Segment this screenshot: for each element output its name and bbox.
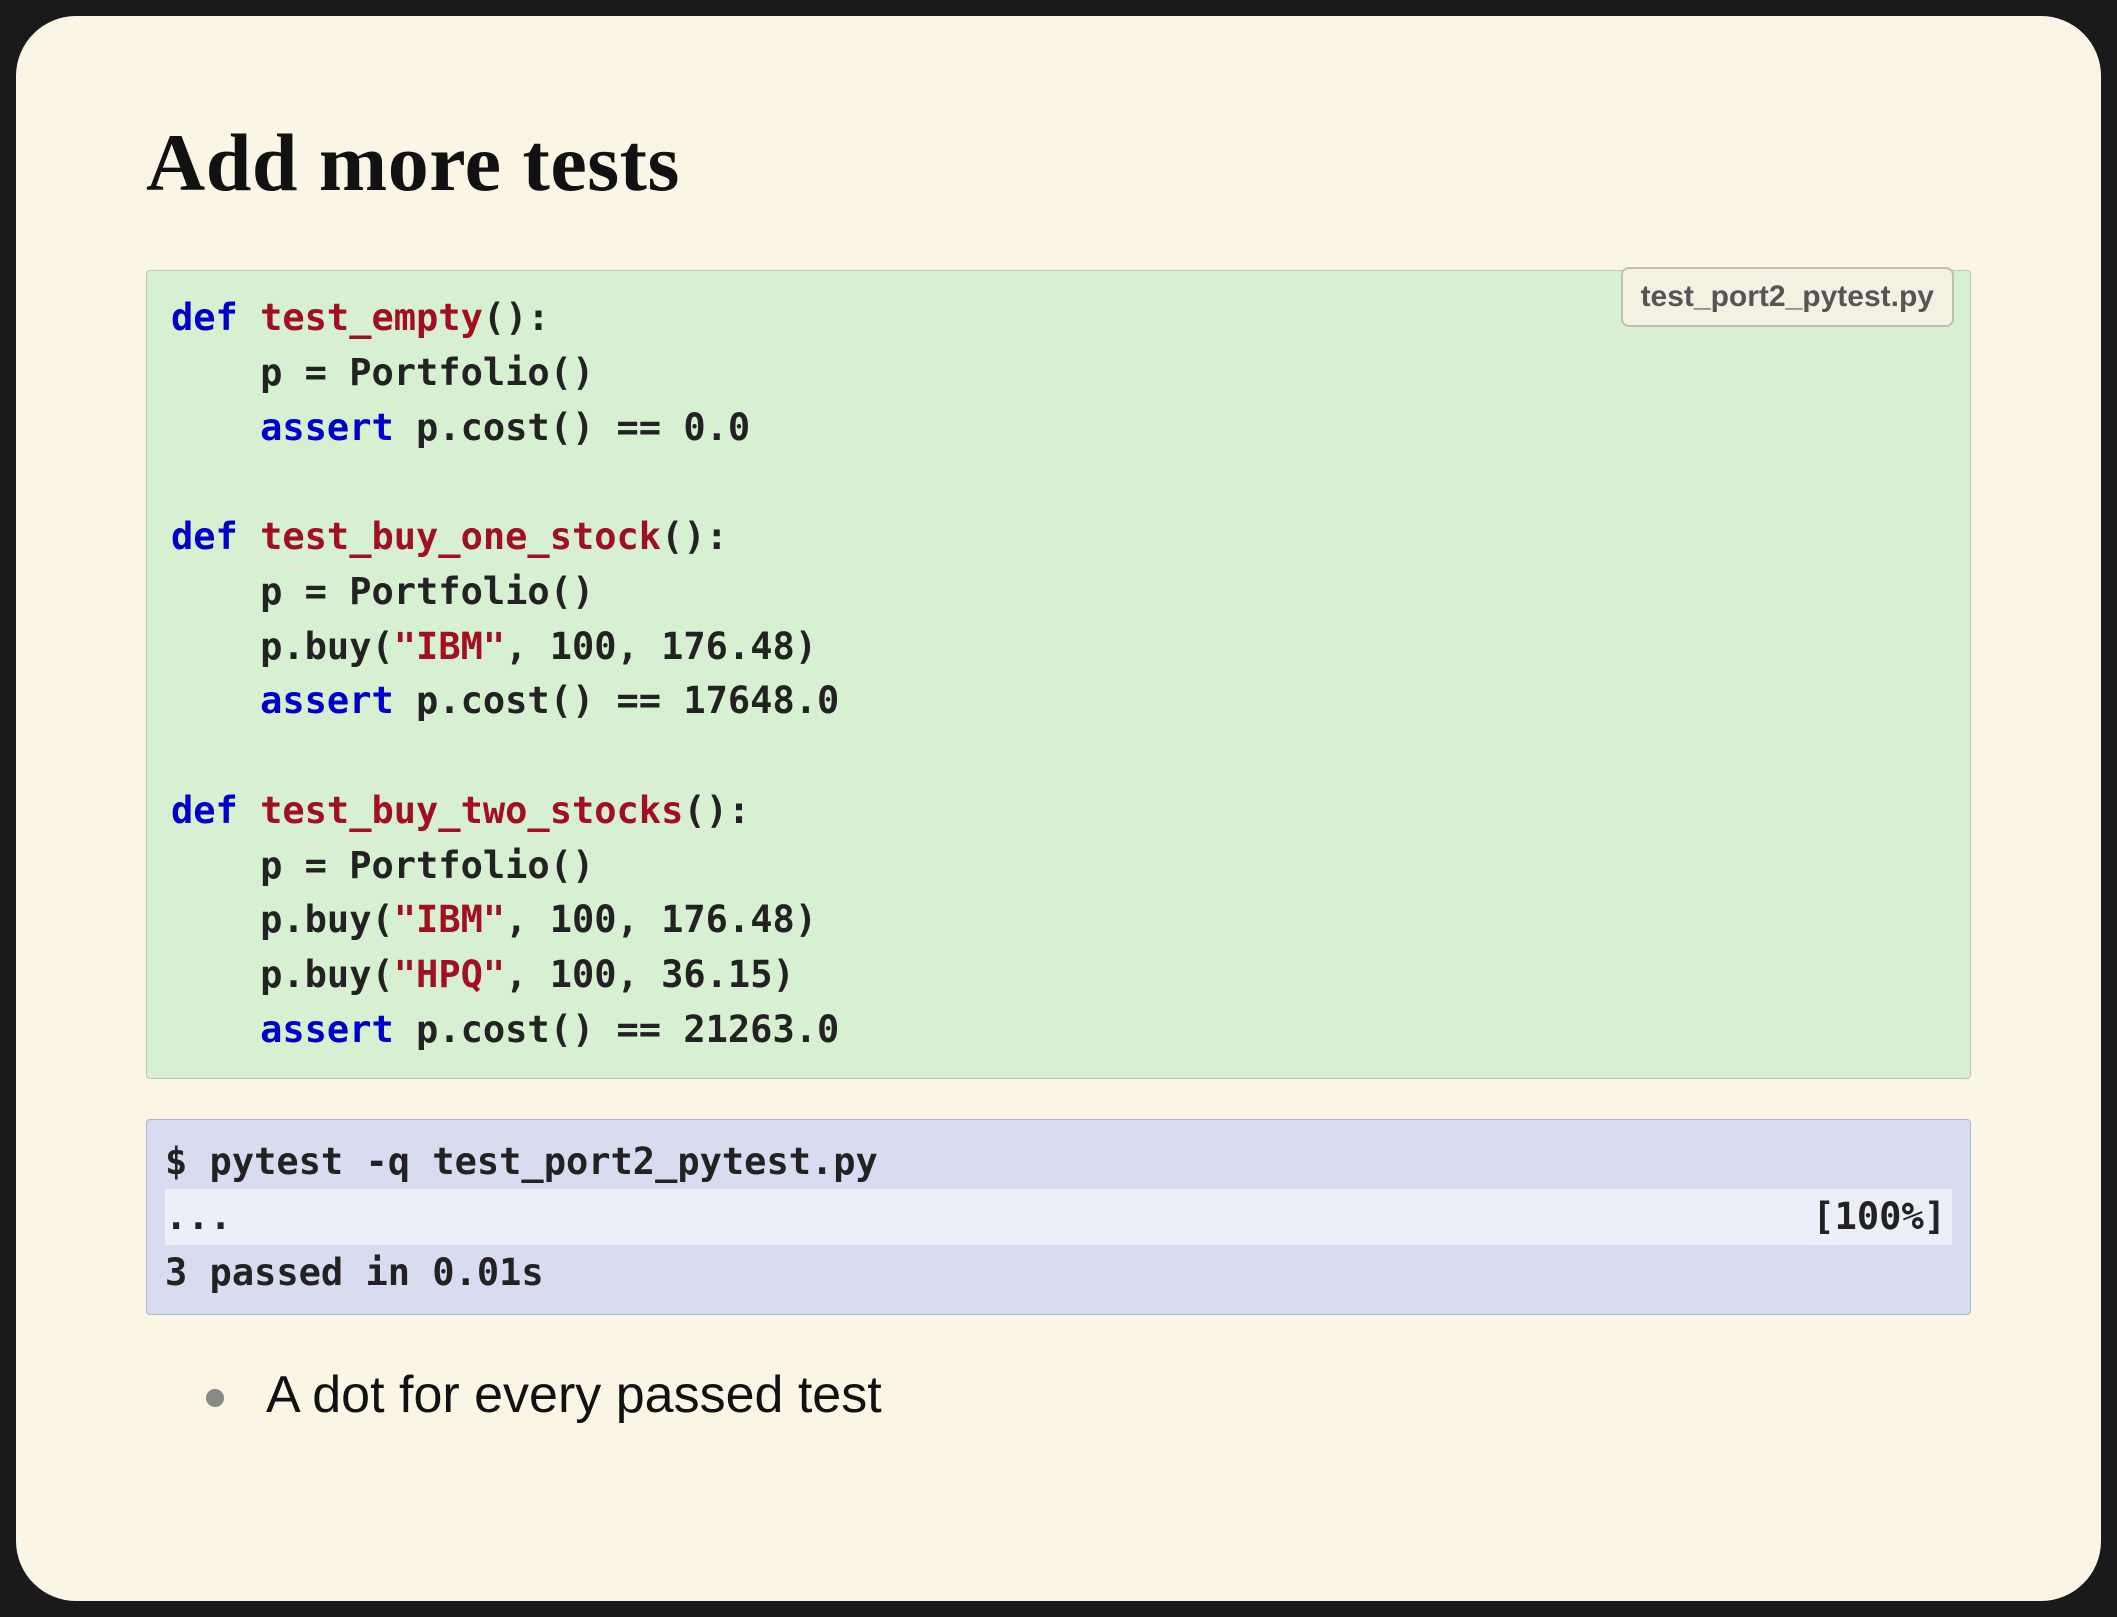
terminal-progress: ... [100%] [165, 1189, 1952, 1245]
code-text: p.buy( [171, 625, 394, 668]
slide-title: Add more tests [146, 116, 1971, 210]
code-text: p = Portfolio() [171, 570, 594, 613]
code-text: p.cost() == 21263.0 [394, 1008, 840, 1051]
terminal-percent: [100%] [1812, 1189, 1946, 1245]
code-text: (): [661, 515, 728, 558]
function-name: test_buy_two_stocks [238, 789, 684, 832]
code-block: test_port2_pytest.pydef test_empty(): p … [146, 270, 1971, 1079]
code-text: , 100, 176.48) [505, 898, 817, 941]
slide: Add more tests test_port2_pytest.pydef t… [16, 16, 2101, 1601]
function-name: test_empty [238, 296, 483, 339]
keyword-assert: assert [171, 1008, 394, 1051]
keyword-assert: assert [171, 679, 394, 722]
string-literal: "IBM" [394, 898, 505, 941]
filename-tab: test_port2_pytest.py [1621, 267, 1954, 327]
code-text: p = Portfolio() [171, 351, 594, 394]
string-literal: "HPQ" [394, 953, 505, 996]
terminal-command: $ pytest -q test_port2_pytest.py [165, 1134, 1952, 1190]
keyword-def: def [171, 789, 238, 832]
function-name: test_buy_one_stock [238, 515, 661, 558]
code-text: , 100, 36.15) [505, 953, 795, 996]
terminal-block: $ pytest -q test_port2_pytest.py ... [10… [146, 1119, 1971, 1316]
code-text: p.buy( [171, 953, 394, 996]
code-text: , 100, 176.48) [505, 625, 817, 668]
terminal-result: 3 passed in 0.01s [165, 1245, 1952, 1301]
bullet-item: A dot for every passed test [206, 1365, 1971, 1425]
keyword-assert: assert [171, 406, 394, 449]
code-text: (): [483, 296, 550, 339]
string-literal: "IBM" [394, 625, 505, 668]
code-text: (): [683, 789, 750, 832]
terminal-dots: ... [165, 1189, 232, 1245]
code-text: p = Portfolio() [171, 844, 594, 887]
code-text: p.buy( [171, 898, 394, 941]
code-text: p.cost() == 0.0 [394, 406, 750, 449]
keyword-def: def [171, 296, 238, 339]
bullet-list: A dot for every passed test [146, 1365, 1971, 1425]
keyword-def: def [171, 515, 238, 558]
code-text: p.cost() == 17648.0 [394, 679, 840, 722]
